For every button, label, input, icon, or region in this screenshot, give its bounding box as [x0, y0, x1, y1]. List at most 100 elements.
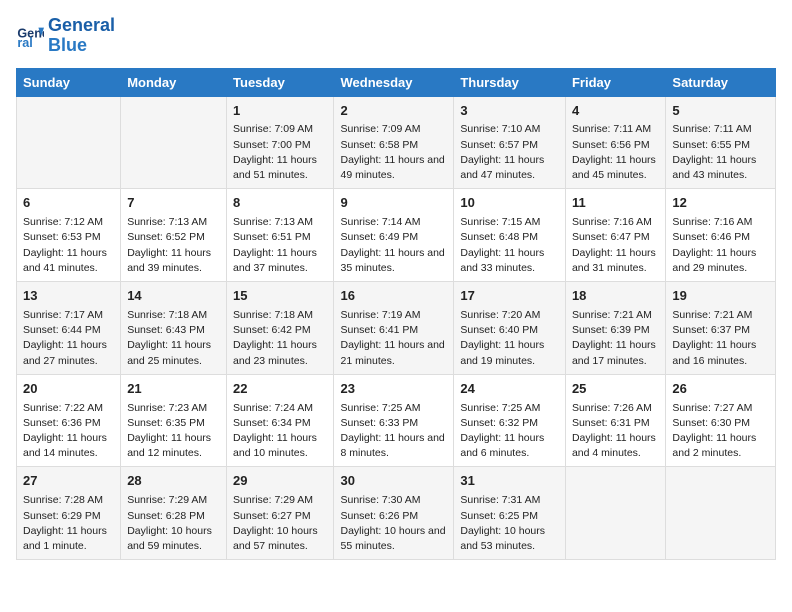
cell-content: Sunrise: 7:28 AM Sunset: 6:29 PM Dayligh…: [23, 493, 114, 554]
calendar-cell: 25 Sunrise: 7:26 AM Sunset: 6:31 PM Dayli…: [565, 374, 665, 467]
day-number: 24: [460, 380, 559, 399]
day-number: 8: [233, 194, 327, 213]
calendar-cell: [121, 96, 227, 189]
cell-content: Sunrise: 7:18 AM Sunset: 6:43 PM Dayligh…: [127, 308, 220, 369]
calendar-cell: 5Sunrise: 7:11 AM Sunset: 6:55 PM Daylig…: [666, 96, 776, 189]
day-number: 15: [233, 287, 327, 306]
column-header-sunday: Sunday: [17, 68, 121, 96]
day-number: 22: [233, 380, 327, 399]
calendar-cell: 30 Sunrise: 7:30 AM Sunset: 6:26 PM Dayli…: [334, 467, 454, 560]
calendar-cell: [17, 96, 121, 189]
day-number: 27: [23, 472, 114, 491]
calendar-cell: 10 Sunrise: 7:15 AM Sunset: 6:48 PM Dayli…: [454, 189, 566, 282]
cell-content: Sunrise: 7:19 AM Sunset: 6:41 PM Dayligh…: [340, 308, 447, 369]
cell-content: Sunrise: 7:15 AM Sunset: 6:48 PM Dayligh…: [460, 215, 559, 276]
cell-content: Sunrise: 7:14 AM Sunset: 6:49 PM Dayligh…: [340, 215, 447, 276]
calendar-cell: 16 Sunrise: 7:19 AM Sunset: 6:41 PM Dayli…: [334, 282, 454, 375]
calendar-cell: [565, 467, 665, 560]
day-number: 1: [233, 102, 327, 121]
cell-content: Sunrise: 7:21 AM Sunset: 6:37 PM Dayligh…: [672, 308, 769, 369]
calendar-cell: 17Sunrise: 7:20 AM Sunset: 6:40 PM Dayli…: [454, 282, 566, 375]
calendar-cell: 3Sunrise: 7:10 AM Sunset: 6:57 PM Daylig…: [454, 96, 566, 189]
cell-content: Sunrise: 7:09 AM Sunset: 6:58 PM Dayligh…: [340, 122, 447, 183]
week-row-5: 27 Sunrise: 7:28 AM Sunset: 6:29 PM Dayli…: [17, 467, 776, 560]
cell-content: Sunrise: 7:30 AM Sunset: 6:26 PM Dayligh…: [340, 493, 447, 554]
calendar-cell: 13 Sunrise: 7:17 AM Sunset: 6:44 PM Dayli…: [17, 282, 121, 375]
week-row-2: 6 Sunrise: 7:12 AM Sunset: 6:53 PM Daylig…: [17, 189, 776, 282]
cell-content: Sunrise: 7:13 AM Sunset: 6:52 PM Dayligh…: [127, 215, 220, 276]
calendar-cell: 15 Sunrise: 7:18 AM Sunset: 6:42 PM Dayli…: [227, 282, 334, 375]
calendar-cell: 18 Sunrise: 7:21 AM Sunset: 6:39 PM Dayli…: [565, 282, 665, 375]
cell-content: Sunrise: 7:12 AM Sunset: 6:53 PM Dayligh…: [23, 215, 114, 276]
column-header-saturday: Saturday: [666, 68, 776, 96]
calendar-cell: 21 Sunrise: 7:23 AM Sunset: 6:35 PM Dayli…: [121, 374, 227, 467]
cell-content: Sunrise: 7:23 AM Sunset: 6:35 PM Dayligh…: [127, 401, 220, 462]
calendar-table: SundayMondayTuesdayWednesdayThursdayFrid…: [16, 68, 776, 561]
cell-content: Sunrise: 7:09 AM Sunset: 7:00 PM Dayligh…: [233, 122, 327, 183]
day-number: 10: [460, 194, 559, 213]
column-header-monday: Monday: [121, 68, 227, 96]
calendar-cell: 14 Sunrise: 7:18 AM Sunset: 6:43 PM Dayli…: [121, 282, 227, 375]
cell-content: Sunrise: 7:24 AM Sunset: 6:34 PM Dayligh…: [233, 401, 327, 462]
day-number: 2: [340, 102, 447, 121]
calendar-cell: 19Sunrise: 7:21 AM Sunset: 6:37 PM Dayli…: [666, 282, 776, 375]
day-number: 4: [572, 102, 659, 121]
calendar-cell: 20Sunrise: 7:22 AM Sunset: 6:36 PM Dayli…: [17, 374, 121, 467]
day-number: 29: [233, 472, 327, 491]
calendar-cell: 11Sunrise: 7:16 AM Sunset: 6:47 PM Dayli…: [565, 189, 665, 282]
calendar-cell: 6 Sunrise: 7:12 AM Sunset: 6:53 PM Daylig…: [17, 189, 121, 282]
day-number: 12: [672, 194, 769, 213]
column-header-thursday: Thursday: [454, 68, 566, 96]
day-number: 30: [340, 472, 447, 491]
calendar-cell: 8 Sunrise: 7:13 AM Sunset: 6:51 PM Daylig…: [227, 189, 334, 282]
cell-content: Sunrise: 7:26 AM Sunset: 6:31 PM Dayligh…: [572, 401, 659, 462]
day-number: 18: [572, 287, 659, 306]
calendar-cell: 29 Sunrise: 7:29 AM Sunset: 6:27 PM Dayli…: [227, 467, 334, 560]
calendar-cell: 28Sunrise: 7:29 AM Sunset: 6:28 PM Dayli…: [121, 467, 227, 560]
calendar-cell: 22 Sunrise: 7:24 AM Sunset: 6:34 PM Dayli…: [227, 374, 334, 467]
cell-content: Sunrise: 7:27 AM Sunset: 6:30 PM Dayligh…: [672, 401, 769, 462]
cell-content: Sunrise: 7:13 AM Sunset: 6:51 PM Dayligh…: [233, 215, 327, 276]
cell-content: Sunrise: 7:22 AM Sunset: 6:36 PM Dayligh…: [23, 401, 114, 462]
week-row-4: 20Sunrise: 7:22 AM Sunset: 6:36 PM Dayli…: [17, 374, 776, 467]
day-number: 5: [672, 102, 769, 121]
page-header: Gene ral GeneralBlue: [16, 16, 776, 56]
calendar-cell: 7Sunrise: 7:13 AM Sunset: 6:52 PM Daylig…: [121, 189, 227, 282]
calendar-cell: 9 Sunrise: 7:14 AM Sunset: 6:49 PM Daylig…: [334, 189, 454, 282]
day-number: 17: [460, 287, 559, 306]
week-row-3: 13 Sunrise: 7:17 AM Sunset: 6:44 PM Dayli…: [17, 282, 776, 375]
day-number: 26: [672, 380, 769, 399]
logo-icon: Gene ral: [16, 22, 44, 50]
calendar-cell: 1Sunrise: 7:09 AM Sunset: 7:00 PM Daylig…: [227, 96, 334, 189]
week-row-1: 1Sunrise: 7:09 AM Sunset: 7:00 PM Daylig…: [17, 96, 776, 189]
calendar-cell: 27 Sunrise: 7:28 AM Sunset: 6:29 PM Dayli…: [17, 467, 121, 560]
day-number: 23: [340, 380, 447, 399]
day-number: 6: [23, 194, 114, 213]
calendar-cell: 23 Sunrise: 7:25 AM Sunset: 6:33 PM Dayli…: [334, 374, 454, 467]
logo: Gene ral GeneralBlue: [16, 16, 115, 56]
cell-content: Sunrise: 7:21 AM Sunset: 6:39 PM Dayligh…: [572, 308, 659, 369]
day-number: 21: [127, 380, 220, 399]
day-number: 13: [23, 287, 114, 306]
cell-content: Sunrise: 7:31 AM Sunset: 6:25 PM Dayligh…: [460, 493, 559, 554]
day-number: 28: [127, 472, 220, 491]
day-number: 3: [460, 102, 559, 121]
day-number: 25: [572, 380, 659, 399]
cell-content: Sunrise: 7:25 AM Sunset: 6:32 PM Dayligh…: [460, 401, 559, 462]
day-number: 14: [127, 287, 220, 306]
cell-content: Sunrise: 7:18 AM Sunset: 6:42 PM Dayligh…: [233, 308, 327, 369]
day-number: 9: [340, 194, 447, 213]
column-header-wednesday: Wednesday: [334, 68, 454, 96]
calendar-cell: [666, 467, 776, 560]
cell-content: Sunrise: 7:11 AM Sunset: 6:55 PM Dayligh…: [672, 122, 769, 183]
day-number: 31: [460, 472, 559, 491]
header-row: SundayMondayTuesdayWednesdayThursdayFrid…: [17, 68, 776, 96]
day-number: 16: [340, 287, 447, 306]
cell-content: Sunrise: 7:25 AM Sunset: 6:33 PM Dayligh…: [340, 401, 447, 462]
cell-content: Sunrise: 7:10 AM Sunset: 6:57 PM Dayligh…: [460, 122, 559, 183]
cell-content: Sunrise: 7:17 AM Sunset: 6:44 PM Dayligh…: [23, 308, 114, 369]
calendar-cell: 31 Sunrise: 7:31 AM Sunset: 6:25 PM Dayli…: [454, 467, 566, 560]
cell-content: Sunrise: 7:16 AM Sunset: 6:46 PM Dayligh…: [672, 215, 769, 276]
calendar-cell: 2Sunrise: 7:09 AM Sunset: 6:58 PM Daylig…: [334, 96, 454, 189]
cell-content: Sunrise: 7:29 AM Sunset: 6:27 PM Dayligh…: [233, 493, 327, 554]
